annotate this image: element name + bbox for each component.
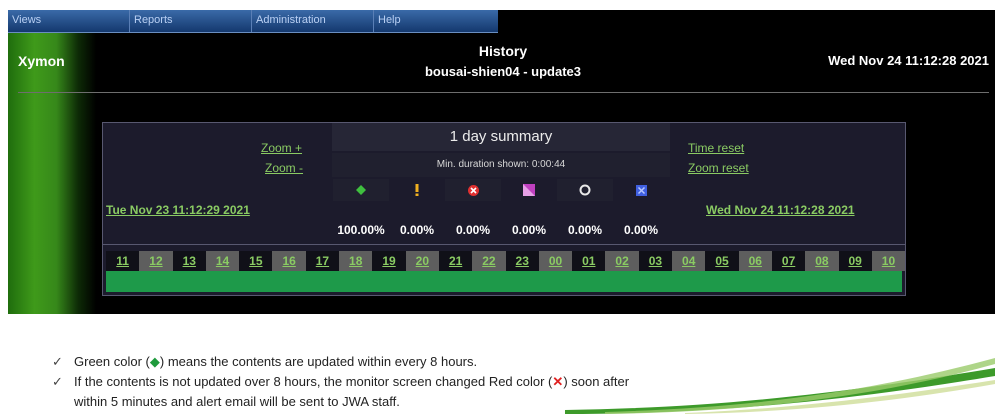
percentage-value: 0.00% [511, 223, 547, 237]
page-subtitle: bousai-shien04 - update3 [424, 64, 582, 79]
hour-link[interactable]: 07 [771, 251, 806, 271]
green-diamond-icon [356, 185, 366, 195]
menu-bar: Views Reports Administration Help [8, 10, 498, 33]
hour-link[interactable]: 00 [538, 251, 573, 271]
purple-clear-icon [523, 184, 535, 196]
status-icon-cell [389, 179, 445, 201]
hour-links-row: 11 12 13 14 15 16 17 18 19 20 21 22 23 0… [106, 251, 906, 271]
green-diamond-icon: ◆ [149, 354, 160, 369]
status-icon-row [333, 179, 669, 201]
hour-link[interactable]: 20 [405, 251, 439, 271]
hour-link[interactable]: 18 [339, 251, 373, 271]
hour-link[interactable]: 13 [172, 251, 206, 271]
note-line: ✓ If the contents is not updated over 8 … [52, 372, 629, 392]
hour-link[interactable]: 06 [738, 251, 772, 271]
side-gradient-stripe [8, 32, 96, 314]
decorative-swoosh [565, 358, 995, 414]
header-datetime: Wed Nov 24 11:12:28 2021 [828, 53, 989, 68]
end-date-link[interactable]: Wed Nov 24 11:12:28 2021 [706, 203, 855, 217]
hour-link[interactable]: 04 [672, 251, 706, 271]
percentage-value: 0.00% [567, 223, 603, 237]
status-icon-cell [613, 179, 669, 201]
menu-item-views[interactable]: Views [8, 10, 130, 32]
status-icon-cell [445, 179, 501, 201]
hour-link[interactable]: 08 [805, 251, 839, 271]
summary-heading: 1 day summary [332, 123, 670, 151]
note-text: Green color ( [74, 354, 150, 369]
hour-link[interactable]: 03 [638, 251, 673, 271]
start-date-link[interactable]: Tue Nov 23 11:12:29 2021 [106, 203, 250, 217]
page-title: History [478, 43, 528, 59]
hour-link[interactable]: 01 [572, 251, 606, 271]
hour-link[interactable]: 12 [139, 251, 173, 271]
hour-link[interactable]: 21 [438, 251, 473, 271]
brand-logo-text: Xymon [18, 53, 65, 69]
percentage-value: 0.00% [399, 223, 435, 237]
hour-link[interactable]: 14 [205, 251, 240, 271]
hour-link[interactable]: 16 [272, 251, 306, 271]
note-text: ) soon after [563, 374, 630, 389]
hour-link[interactable]: 17 [305, 251, 340, 271]
red-x-icon: ✕ [552, 374, 564, 389]
hour-link[interactable]: 05 [705, 251, 739, 271]
checkmark-icon: ✓ [52, 374, 63, 389]
zoom-out-link[interactable]: Zoom - [265, 161, 303, 175]
status-icon-cell [557, 179, 613, 201]
percentage-value: 100.00% [337, 223, 385, 237]
red-x-icon [467, 184, 479, 196]
note-text: within 5 minutes and alert email will be… [74, 394, 400, 409]
note-line: within 5 minutes and alert email will be… [52, 392, 629, 412]
status-timeline-bar [106, 271, 902, 292]
percentage-value: 0.00% [455, 223, 491, 237]
white-circle-icon [579, 184, 591, 196]
zoom-in-link[interactable]: Zoom + [261, 141, 302, 155]
hour-link[interactable]: 09 [838, 251, 872, 271]
panel-divider [103, 244, 905, 245]
yellow-exclamation-icon [415, 184, 419, 196]
notes-section: ✓ Green color (◆) means the contents are… [52, 352, 629, 412]
menu-item-administration[interactable]: Administration [252, 10, 374, 32]
menu-item-reports[interactable]: Reports [130, 10, 252, 32]
hour-link[interactable]: 22 [472, 251, 506, 271]
percentage-row: 100.00% 0.00% 0.00% 0.00% 0.00% 0.00% [333, 223, 669, 237]
status-icon-cell [501, 179, 557, 201]
checkmark-icon: ✓ [52, 354, 63, 369]
min-duration-label: Min. duration shown: 0:00:44 [332, 153, 670, 177]
summary-panel: Zoom + Zoom - Time reset Zoom reset 1 da… [102, 122, 906, 296]
hour-link[interactable]: 11 [106, 251, 140, 271]
note-text: If the contents is not updated over 8 ho… [74, 374, 553, 389]
note-text: ) means the contents are updated within … [159, 354, 478, 369]
menu-item-help[interactable]: Help [374, 10, 496, 32]
hour-link[interactable]: 15 [239, 251, 273, 271]
zoom-reset-link[interactable]: Zoom reset [688, 161, 749, 175]
note-line: ✓ Green color (◆) means the contents are… [52, 352, 629, 372]
xymon-screenshot: Views Reports Administration Help Xymon … [8, 10, 995, 314]
time-reset-link[interactable]: Time reset [688, 141, 744, 155]
hour-link[interactable]: 23 [505, 251, 539, 271]
hour-link[interactable]: 19 [372, 251, 406, 271]
hour-link[interactable]: 10 [871, 251, 906, 271]
header-divider [18, 92, 989, 93]
percentage-value: 0.00% [623, 223, 659, 237]
blue-square-icon [635, 184, 647, 196]
status-icon-cell [333, 179, 389, 201]
hour-link[interactable]: 02 [605, 251, 639, 271]
